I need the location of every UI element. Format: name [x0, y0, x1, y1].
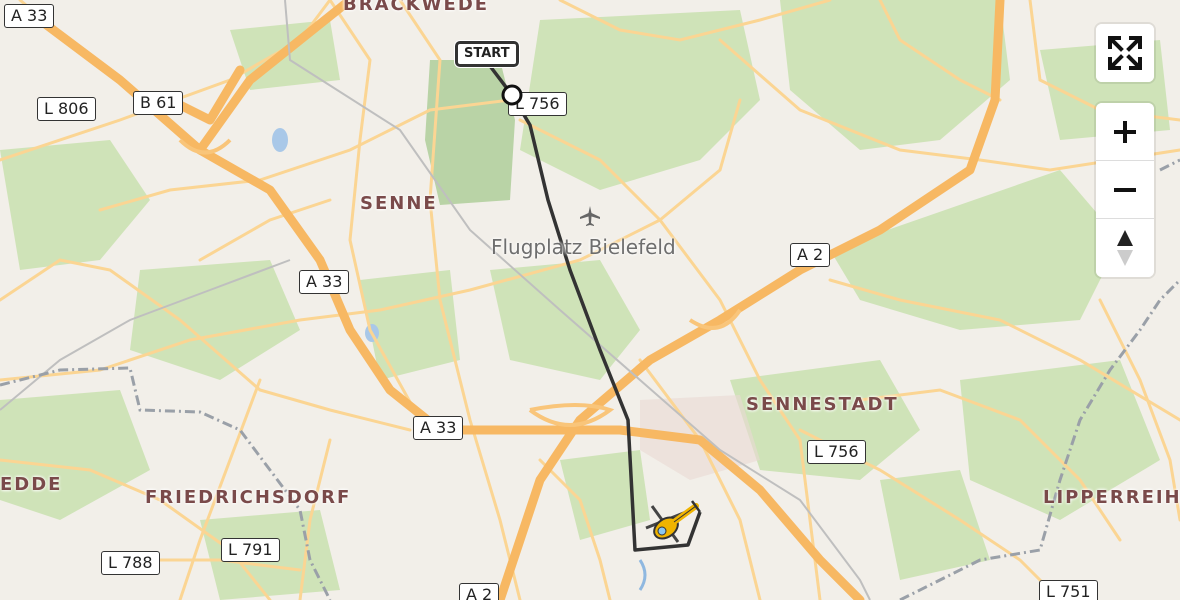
fullscreen-button[interactable] — [1096, 24, 1154, 82]
road-shield-a33: A 33 — [413, 416, 464, 440]
fullscreen-icon — [1108, 36, 1142, 70]
road-shield-a2: A 2 — [459, 583, 500, 600]
road-shield-a2: A 2 — [790, 243, 831, 267]
fullscreen-control — [1096, 24, 1154, 82]
road-shield-a33: A 33 — [299, 270, 350, 294]
helicopter-icon[interactable] — [640, 498, 706, 554]
place-label-senne: SENNE — [360, 193, 438, 214]
road-shield-l756: L 756 — [807, 440, 866, 464]
route-start-label: START — [455, 41, 519, 67]
map-canvas[interactable]: BRACKWEDE SENNE SENNESTADT FRIEDRICHSDOR… — [0, 0, 1180, 600]
zoom-out-icon — [1114, 187, 1136, 192]
road-shield-l751: L 751 — [1039, 580, 1098, 600]
road-shield-l791: L 791 — [221, 538, 280, 562]
place-label-sennestadt: SENNESTADT — [746, 394, 899, 415]
zoom-out-button[interactable] — [1096, 161, 1154, 219]
place-label-lipperreihe: LIPPERREIHE — [1043, 487, 1180, 508]
road-shield-a33: A 33 — [4, 4, 55, 28]
map-base-layer — [0, 0, 1180, 600]
road-shield-l806: L 806 — [37, 97, 96, 121]
zoom-in-icon — [1114, 120, 1136, 143]
road-shield-l788: L 788 — [101, 551, 160, 575]
road-shield-b61: B 61 — [133, 91, 184, 115]
zoom-in-button[interactable] — [1096, 103, 1154, 161]
place-label-edde: EDDE — [0, 474, 63, 495]
compass-button[interactable] — [1096, 219, 1154, 277]
place-label-friedrichsdorf: FRIEDRICHSDORF — [145, 487, 352, 508]
poi-label-airfield: Flugplatz Bielefeld — [491, 235, 676, 259]
start-marker-icon[interactable] — [500, 83, 524, 107]
airplane-icon — [578, 204, 602, 228]
zoom-controls — [1096, 103, 1154, 277]
place-label-brackwede: BRACKWEDE — [343, 0, 490, 15]
compass-icon — [1117, 230, 1133, 266]
